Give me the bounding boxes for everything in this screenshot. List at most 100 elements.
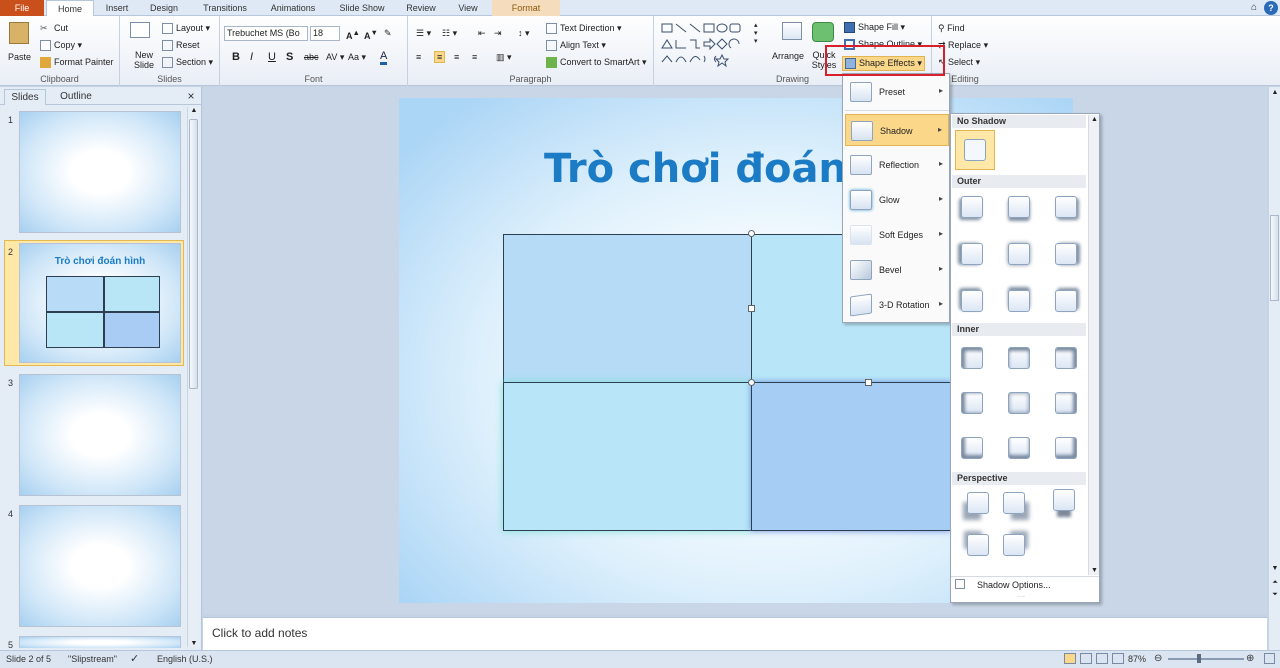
layout-button[interactable]: Layout ▾	[162, 23, 210, 35]
zoom-slider-thumb[interactable]	[1197, 654, 1201, 663]
bullets-button[interactable]: ☰ ▾	[416, 28, 431, 39]
scroll-up-icon[interactable]: ▲	[1270, 89, 1280, 96]
tab-design[interactable]: Design	[142, 0, 186, 16]
inner-shadow-option[interactable]	[1055, 437, 1077, 459]
scroll-down-icon[interactable]: ▼	[189, 640, 199, 647]
perspective-shadow-option[interactable]	[1003, 534, 1025, 556]
underline-button[interactable]: U	[268, 51, 276, 63]
menu-glow[interactable]: Glow ▸	[845, 184, 949, 216]
tab-review[interactable]: Review	[400, 0, 442, 16]
find-button[interactable]: ⚲ Find	[938, 23, 965, 34]
slide-thumbnail-5[interactable]	[19, 636, 181, 648]
justify-button[interactable]: ≡	[472, 52, 477, 62]
cut-button[interactable]: ✂ Cut	[40, 23, 68, 34]
convert-smartart-button[interactable]: Convert to SmartArt ▾	[546, 57, 647, 69]
italic-button[interactable]: I	[250, 51, 253, 63]
theme-name[interactable]: "Slipstream"	[68, 654, 117, 664]
replace-button[interactable]: ⇄ Replace ▾	[938, 40, 988, 51]
selection-handle[interactable]	[748, 230, 755, 237]
scroll-down-icon[interactable]: ▼	[1270, 565, 1280, 572]
close-pane-icon[interactable]: ×	[184, 89, 198, 105]
tab-slides[interactable]: Slides	[4, 89, 46, 105]
line-spacing-button[interactable]: ↕ ▾	[518, 28, 530, 39]
align-right-button[interactable]: ≡	[454, 52, 459, 62]
align-left-button[interactable]: ≡	[416, 52, 421, 62]
bold-button[interactable]: B	[232, 51, 240, 63]
tab-format[interactable]: Format	[492, 0, 560, 16]
section-button[interactable]: Section ▾	[162, 57, 213, 69]
perspective-shadow-option[interactable]	[1003, 492, 1025, 514]
inner-shadow-option[interactable]	[961, 347, 983, 369]
inner-shadow-option[interactable]	[1008, 392, 1030, 414]
columns-button[interactable]: ▥ ▾	[496, 52, 512, 63]
gallery-scrollbar[interactable]: ▲ ▼	[1088, 115, 1099, 575]
zoom-in-icon[interactable]: ⊕	[1246, 653, 1254, 664]
change-case-button[interactable]: Aa ▾	[348, 52, 366, 63]
outer-shadow-option[interactable]	[1055, 290, 1077, 312]
shadow-options-link[interactable]: Shadow Options...	[977, 580, 1051, 590]
inner-shadow-option[interactable]	[1055, 347, 1077, 369]
inner-shadow-option[interactable]	[961, 392, 983, 414]
tab-animations[interactable]: Animations	[262, 0, 324, 16]
fit-to-window-icon[interactable]	[1264, 653, 1275, 664]
strikethrough-button[interactable]: abc	[304, 52, 319, 62]
outer-shadow-option[interactable]	[1008, 243, 1030, 265]
grow-font-button[interactable]: A▲	[346, 28, 360, 41]
font-color-button[interactable]: A	[380, 50, 388, 65]
menu-shadow[interactable]: Shadow ▸	[845, 114, 949, 146]
tab-home[interactable]: Home	[46, 0, 94, 17]
scroll-thumb[interactable]	[1270, 215, 1279, 301]
tab-view[interactable]: View	[450, 0, 486, 16]
numbering-button[interactable]: ☷ ▾	[442, 28, 457, 39]
shape-fill-button[interactable]: Shape Fill ▾	[844, 22, 905, 34]
reset-button[interactable]: Reset	[162, 40, 200, 52]
paste-button[interactable]: Paste	[8, 52, 31, 62]
selection-handle[interactable]	[748, 379, 755, 386]
perspective-shadow-option[interactable]	[1053, 489, 1075, 511]
perspective-shadow-option[interactable]	[967, 492, 989, 514]
help-icon[interactable]: ?	[1264, 1, 1278, 15]
outer-shadow-option[interactable]	[1008, 196, 1030, 218]
new-slide-button[interactable]: New Slide	[130, 50, 158, 70]
arrange-button[interactable]: Arrange	[772, 51, 804, 61]
menu-3d-rotation[interactable]: 3-D Rotation ▸	[845, 289, 949, 321]
scroll-down-icon[interactable]: ▼	[1090, 567, 1099, 574]
center-button[interactable]: ≡	[434, 51, 446, 63]
slide-thumbnail-3[interactable]	[19, 374, 181, 496]
normal-view-icon[interactable]	[1064, 653, 1076, 664]
slide-title[interactable]: Trò chơi đoán	[544, 146, 847, 192]
copy-button[interactable]: Copy ▾	[40, 40, 82, 52]
menu-reflection[interactable]: Reflection ▸	[845, 149, 949, 181]
menu-soft-edges[interactable]: Soft Edges ▸	[845, 219, 949, 251]
scroll-up-icon[interactable]: ▲	[1090, 116, 1099, 123]
language[interactable]: English (U.S.)	[157, 654, 213, 664]
outer-shadow-option[interactable]	[961, 290, 983, 312]
table-cell[interactable]	[503, 382, 752, 531]
main-scrollbar[interactable]: ▲ ▼ ⏶ ⏷	[1268, 87, 1280, 650]
slide-thumbnail-1[interactable]	[19, 111, 181, 233]
format-painter-button[interactable]: Format Painter	[40, 57, 114, 69]
outer-shadow-option[interactable]	[1008, 290, 1030, 312]
slideshow-icon[interactable]	[1112, 653, 1124, 664]
spellcheck-icon[interactable]: ✓	[130, 652, 139, 665]
table-cell[interactable]	[751, 382, 951, 531]
zoom-out-icon[interactable]: ⊖	[1154, 653, 1162, 664]
shapes-gallery[interactable]	[660, 22, 764, 72]
shrink-font-button[interactable]: A▼	[364, 28, 378, 41]
font-name-field[interactable]: Trebuchet MS (Bo	[224, 26, 308, 41]
slide-thumbnail-2[interactable]: Trò chơi đoán hình	[19, 243, 181, 363]
increase-indent-button[interactable]: ⇥	[494, 28, 502, 39]
prev-slide-icon[interactable]: ⏶	[1270, 579, 1280, 587]
resize-grip-icon[interactable]: ····	[1017, 594, 1025, 600]
notes-pane[interactable]: Click to add notes	[203, 617, 1267, 650]
selection-handle[interactable]	[865, 379, 872, 386]
zoom-level[interactable]: 87%	[1128, 654, 1146, 664]
char-spacing-button[interactable]: AV ▾	[326, 52, 344, 63]
zoom-slider[interactable]	[1168, 658, 1244, 660]
reading-view-icon[interactable]	[1096, 653, 1108, 664]
perspective-shadow-option[interactable]	[967, 534, 989, 556]
slide-sorter-icon[interactable]	[1080, 653, 1092, 664]
tab-transitions[interactable]: Transitions	[196, 0, 254, 16]
inner-shadow-option[interactable]	[1008, 347, 1030, 369]
outer-shadow-option[interactable]	[1055, 243, 1077, 265]
